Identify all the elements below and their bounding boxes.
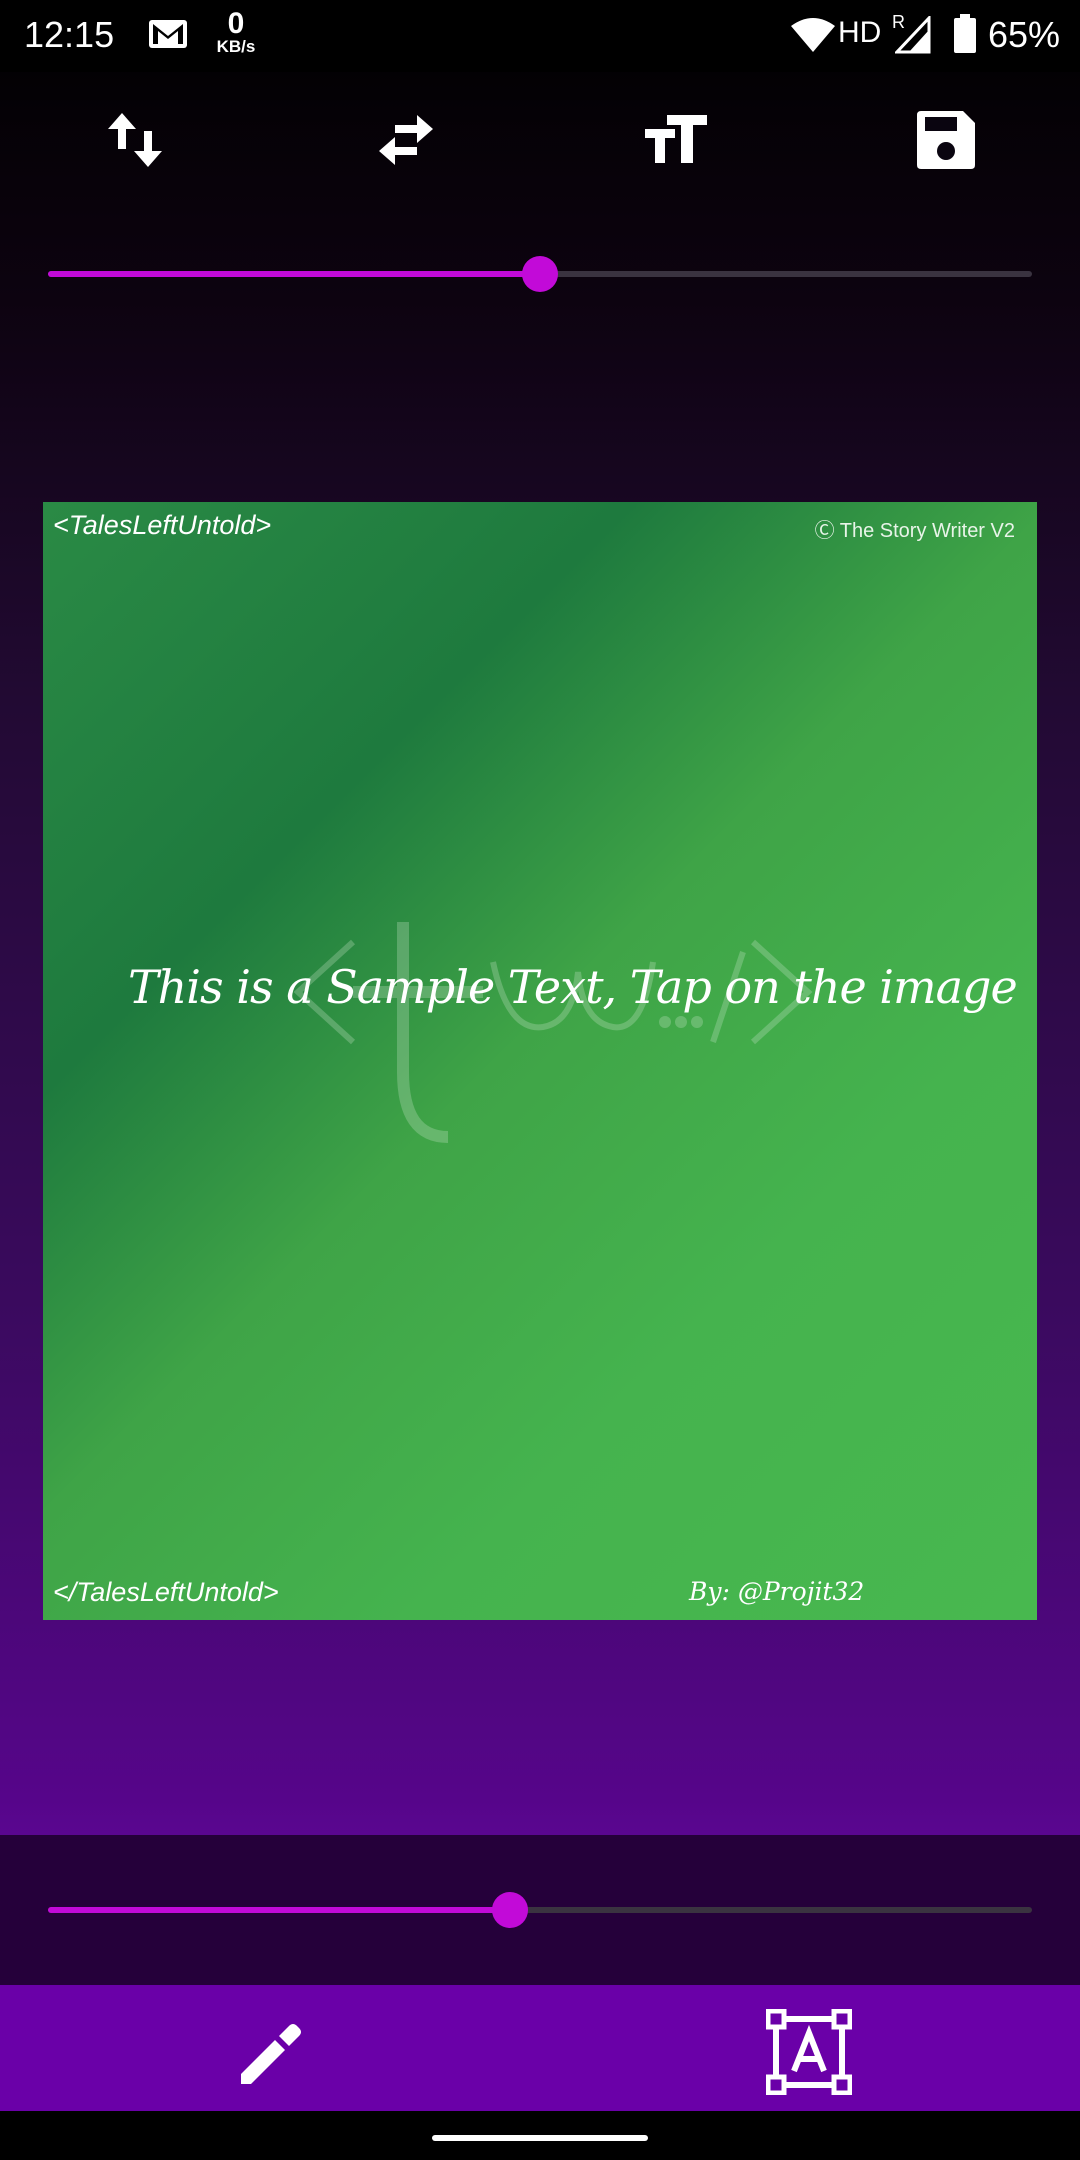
card-header-tag: <TalesLeftUntold> bbox=[53, 510, 272, 540]
slider-fill bbox=[48, 1907, 511, 1913]
swap-horizontal-button[interactable] bbox=[366, 100, 446, 180]
text-box-button[interactable] bbox=[764, 2007, 854, 2097]
slider-thumb[interactable] bbox=[492, 1892, 529, 1928]
top-slider[interactable] bbox=[48, 254, 1032, 294]
copyright-label: Ⓒ The Story Writer V2 bbox=[814, 520, 1015, 542]
sample-text[interactable]: This is a Sample Text, Tap on the image bbox=[128, 960, 1018, 1014]
signal-icon bbox=[895, 16, 931, 54]
status-bar: 12:15 0 KB/s HD R 65% bbox=[0, 0, 1080, 72]
edit-button[interactable] bbox=[224, 2007, 314, 2097]
home-gesture-pill[interactable] bbox=[432, 2135, 648, 2141]
text-box-icon bbox=[766, 2009, 852, 2095]
author-label: By: @Projit32 bbox=[689, 1577, 865, 1606]
swap-horizontal-icon bbox=[379, 115, 433, 165]
wifi-icon bbox=[791, 18, 835, 52]
battery-percentage: 65% bbox=[988, 14, 1061, 55]
bottom-action-bar bbox=[0, 1985, 1080, 2111]
swap-vertical-icon bbox=[108, 113, 162, 167]
slider-fill bbox=[48, 271, 540, 277]
card-footer-tag: </TalesLeftUntold> bbox=[53, 1577, 279, 1607]
save-icon bbox=[917, 111, 975, 169]
slider-thumb[interactable] bbox=[522, 256, 558, 292]
editor-toolbar bbox=[0, 72, 1080, 204]
swap-vertical-button[interactable] bbox=[95, 100, 175, 180]
gmail-icon bbox=[149, 20, 187, 48]
text-size-icon bbox=[645, 115, 707, 163]
save-button[interactable] bbox=[906, 100, 986, 180]
system-navigation-bar bbox=[0, 2111, 1080, 2160]
network-type: HD bbox=[838, 16, 882, 49]
clock: 12:15 bbox=[24, 14, 115, 55]
battery-icon bbox=[954, 14, 976, 53]
network-speed: 0 KB/s bbox=[216, 7, 256, 56]
bottom-slider[interactable] bbox=[48, 1890, 1032, 1930]
story-image-canvas[interactable]: <TalesLeftUntold> Ⓒ The Story Writer V2 … bbox=[43, 502, 1037, 1620]
text-size-button[interactable] bbox=[636, 100, 716, 180]
edit-pencil-icon bbox=[241, 2024, 301, 2084]
